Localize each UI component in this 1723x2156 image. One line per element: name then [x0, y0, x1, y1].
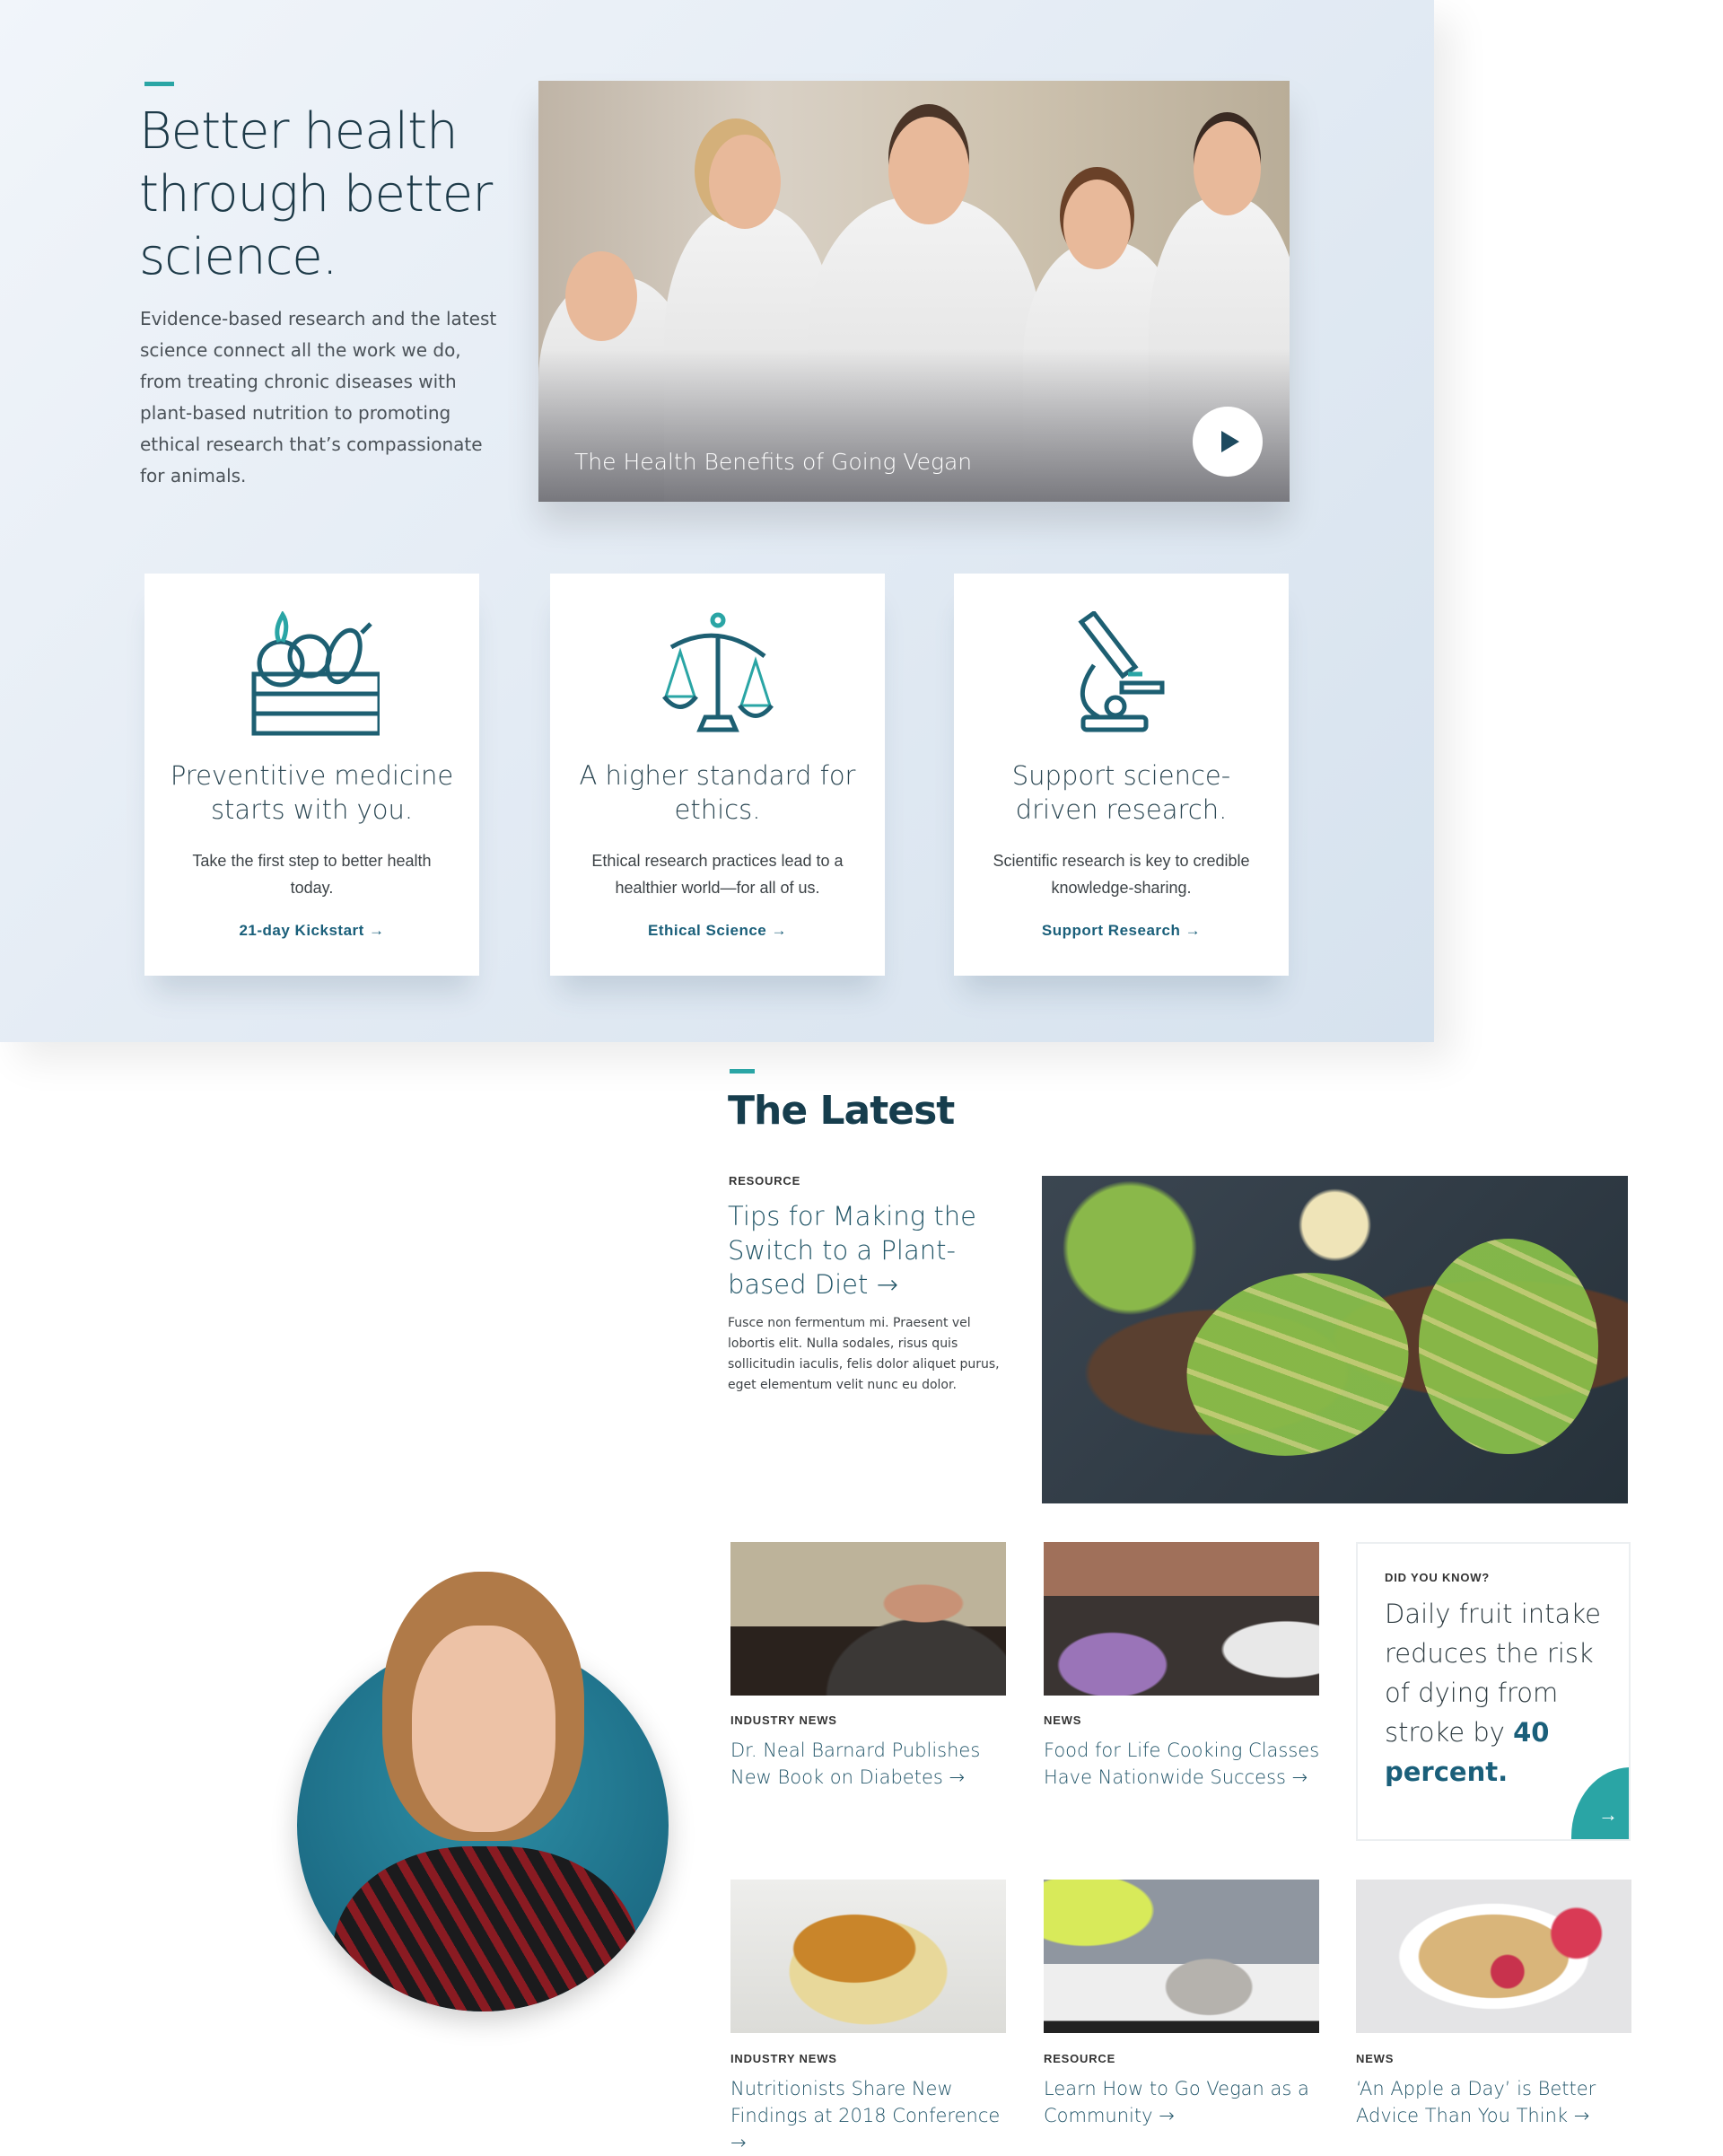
hero-title: Better health through better science. [139, 102, 493, 286]
video-thumbnail-figure [888, 117, 969, 224]
card-title: Support science-driven research. [1011, 760, 1231, 825]
ethical-science-link[interactable]: Ethical Science → [550, 922, 885, 940]
card-research: Support science-driven research. Scienti… [954, 574, 1289, 976]
video-thumbnail-figure [1194, 121, 1261, 215]
portrait-photo [297, 1572, 669, 2011]
avocado-slices [1166, 1249, 1430, 1480]
portrait-body [333, 1846, 638, 2011]
card-title: A higher standard for ethics. [579, 760, 856, 825]
did-you-know-label: DID YOU KNOW? [1385, 1571, 1491, 1584]
article-image[interactable] [1044, 1880, 1319, 2033]
featured-article-image[interactable] [1042, 1176, 1628, 1503]
accent-dash [144, 82, 174, 86]
video-thumbnail-figure [709, 135, 781, 229]
fact-text: Daily fruit intake reduces the risk of d… [1385, 1599, 1601, 1748]
article-image[interactable] [1356, 1880, 1631, 2033]
microscope-icon [1077, 611, 1164, 732]
card-preventive-medicine: Preventitive medicine starts with you. T… [144, 574, 479, 976]
article-image[interactable] [1044, 1542, 1319, 1696]
play-icon [1221, 431, 1239, 452]
arrow-right-icon: → [1598, 1803, 1618, 1826]
video-overlay [538, 349, 1290, 502]
category-label: INDUSTRY NEWS [730, 2052, 837, 2065]
support-research-link[interactable]: Support Research → [954, 922, 1289, 940]
card-ethics: A higher standard for ethics. Ethical re… [550, 574, 885, 976]
featured-article-link[interactable]: Tips for Making the Switch to a Plant-ba… [728, 1199, 997, 1301]
vegetable-crate-icon [251, 611, 380, 736]
accent-dash [730, 1069, 755, 1074]
category-label: RESOURCE [729, 1174, 801, 1188]
video-caption: The Health Benefits of Going Vegan [574, 449, 973, 475]
category-label: RESOURCE [1044, 2052, 1116, 2065]
article-image[interactable] [730, 1542, 1006, 1696]
category-label: NEWS [1044, 1713, 1082, 1727]
did-you-know-text: Daily fruit intake reduces the risk of d… [1385, 1594, 1618, 1792]
card-description: Scientific research is key to credible k… [993, 852, 1250, 897]
did-you-know-card: DID YOU KNOW? Daily fruit intake reduces… [1356, 1542, 1631, 1841]
avocado-slices [1419, 1239, 1598, 1454]
video-thumbnail-figure [565, 251, 637, 341]
scales-of-justice-icon [661, 612, 774, 732]
article-link[interactable]: Dr. Neal Barnard Publishes New Book on D… [730, 1737, 1009, 1791]
article-link[interactable]: Learn How to Go Vegan as a Community → [1044, 2075, 1322, 2129]
video-thumbnail-figure [1063, 180, 1131, 269]
latest-heading: The Latest [728, 1088, 955, 1134]
article-image[interactable] [730, 1880, 1006, 2033]
video-player[interactable]: The Health Benefits of Going Vegan [538, 81, 1290, 502]
hero-text: Evidence-based research and the latest s… [140, 308, 497, 486]
portrait-face [412, 1626, 555, 1832]
play-button[interactable] [1193, 407, 1263, 477]
category-label: INDUSTRY NEWS [730, 1713, 837, 1727]
article-link[interactable]: ‘An Apple a Day’ is Better Advice Than Y… [1356, 2075, 1634, 2129]
card-title: Preventitive medicine starts with you. [170, 760, 454, 825]
card-description: Take the first step to better health tod… [192, 852, 432, 897]
article-link[interactable]: Food for Life Cooking Classes Have Natio… [1044, 1737, 1322, 1791]
article-link[interactable]: Nutritionists Share New Findings at 2018… [730, 2075, 1009, 2156]
kickstart-link[interactable]: 21-day Kickstart → [144, 922, 479, 940]
category-label: NEWS [1356, 2052, 1395, 2065]
featured-article-description: Fusce non fermentum mi. Praesent vel lob… [728, 1316, 1000, 1392]
card-description: Ethical research practices lead to a hea… [591, 852, 844, 897]
